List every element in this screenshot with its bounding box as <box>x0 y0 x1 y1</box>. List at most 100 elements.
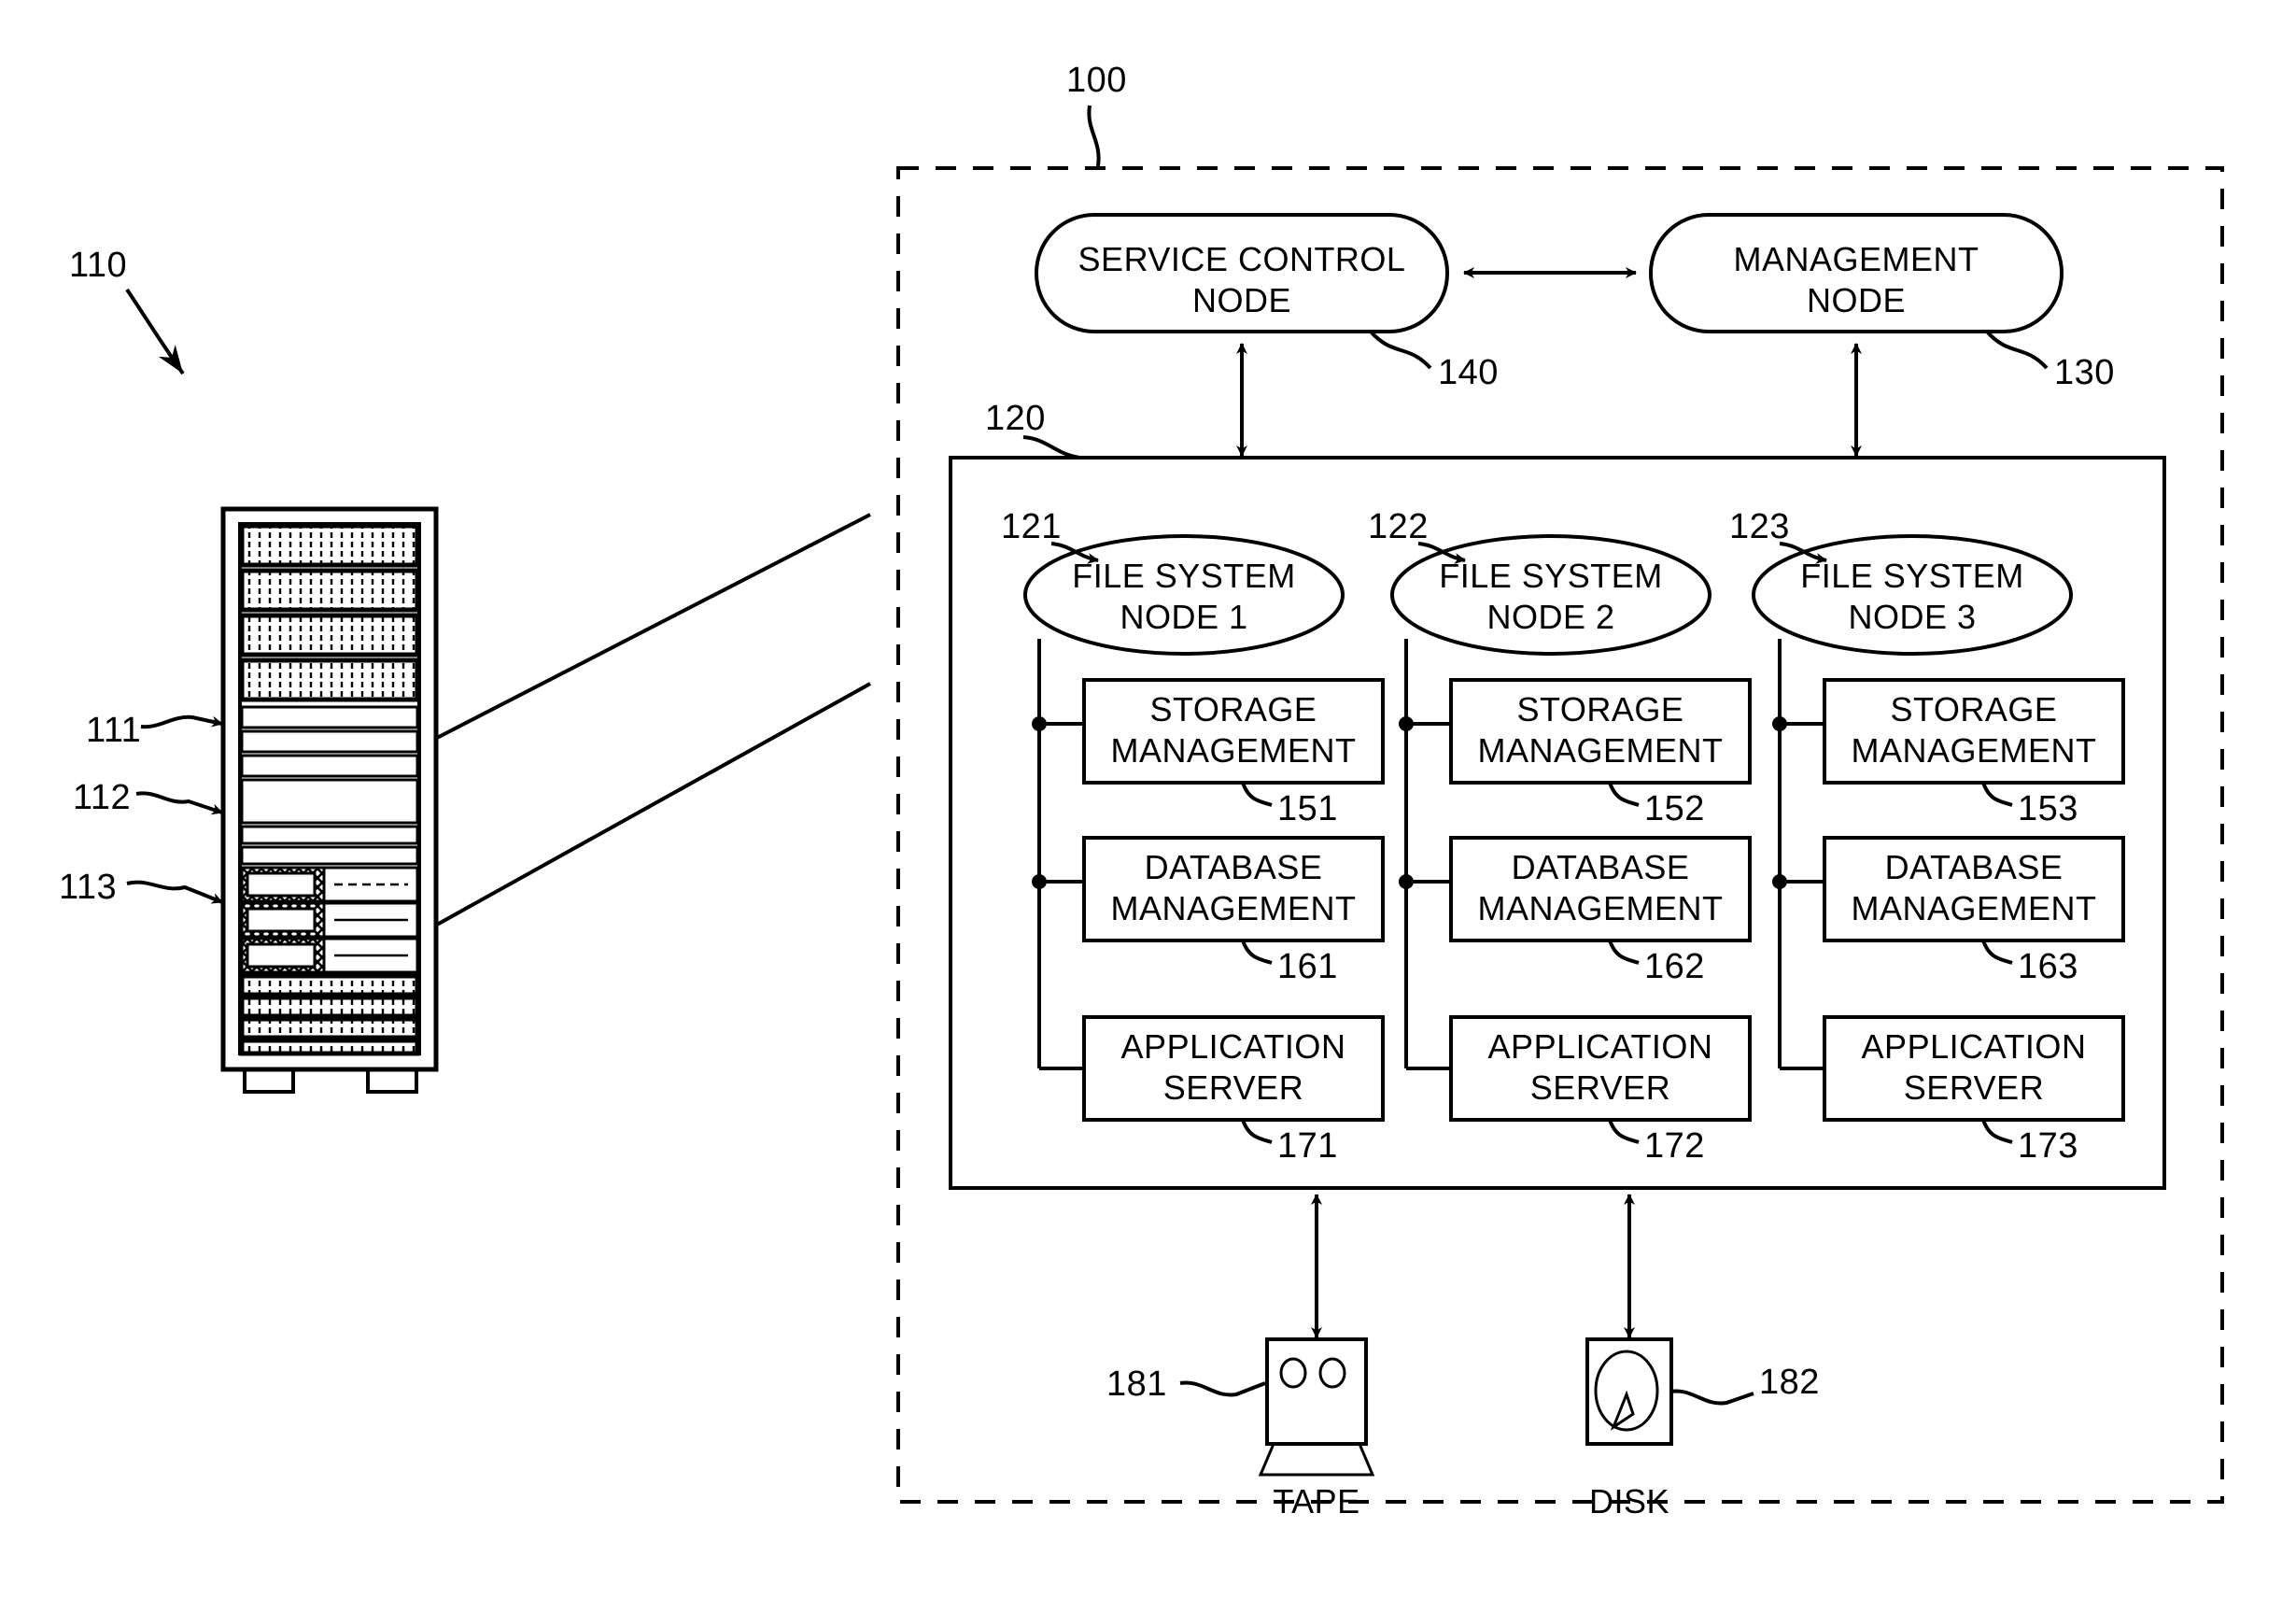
database-management-162-line2: MANAGEMENT <box>1477 889 1723 927</box>
junction-dot <box>1772 716 1787 731</box>
application-server-171[interactable]: APPLICATION SERVER <box>1082 1015 1385 1122</box>
application-server-171-line2: SERVER <box>1163 1068 1303 1107</box>
rack-blade <box>239 1038 420 1056</box>
database-management-163-line1: DATABASE <box>1885 848 2064 886</box>
leader-120 <box>1022 435 1080 460</box>
management-node-label-line2: NODE <box>1807 281 1906 319</box>
leader-113 <box>126 880 223 904</box>
database-management-162[interactable]: DATABASE MANAGEMENT <box>1449 836 1752 942</box>
management-node-label-line1: MANAGEMENT <box>1733 240 1979 278</box>
application-server-172-line1: APPLICATION <box>1488 1027 1713 1066</box>
storage-management-151[interactable]: STORAGE MANAGEMENT <box>1082 678 1385 785</box>
file-system-node-2-label-line1: FILE SYSTEM <box>1439 557 1663 595</box>
storage-management-152[interactable]: STORAGE MANAGEMENT <box>1449 678 1752 785</box>
ref-110: 110 <box>69 246 127 285</box>
database-management-162-line1: DATABASE <box>1512 848 1690 886</box>
storage-management-153-line1: STORAGE <box>1891 690 2058 728</box>
ref-182: 182 <box>1759 1363 1820 1402</box>
ref-123: 123 <box>1729 507 1790 546</box>
junction-dot <box>1032 874 1047 889</box>
junction-dot <box>1399 716 1414 731</box>
junction-dot <box>1032 716 1047 731</box>
server-rack-110 <box>220 506 439 1094</box>
diagram-canvas: 110 111 112 113 SERVICE CONTROL NODE 140… <box>59 61 2224 1520</box>
rack-blade <box>239 973 420 997</box>
leader-182 <box>1669 1389 1754 1406</box>
ref-173: 173 <box>2018 1126 2078 1166</box>
rack-blade <box>239 568 420 613</box>
tape-device[interactable] <box>1258 1337 1375 1477</box>
disk-device[interactable] <box>1585 1337 1673 1446</box>
ref-161: 161 <box>1277 947 1338 986</box>
storage-management-153[interactable]: STORAGE MANAGEMENT <box>1823 678 2125 785</box>
database-management-163[interactable]: DATABASE MANAGEMENT <box>1823 836 2125 942</box>
projection-line-lower <box>436 682 871 926</box>
application-server-172[interactable]: APPLICATION SERVER <box>1449 1015 1752 1122</box>
leader-112 <box>135 791 223 815</box>
database-management-161-line1: DATABASE <box>1145 848 1323 886</box>
file-system-node-2[interactable]: FILE SYSTEM NODE 2 <box>1390 534 1711 656</box>
service-control-node-label-line2: NODE <box>1192 281 1291 319</box>
storage-management-151-line1: STORAGE <box>1150 690 1317 728</box>
ref-122: 122 <box>1368 507 1429 546</box>
service-control-node[interactable]: SERVICE CONTROL NODE <box>1035 213 1449 333</box>
application-server-171-line1: APPLICATION <box>1121 1027 1346 1066</box>
rack-blade <box>239 1016 420 1040</box>
file-system-node-2-label-line2: NODE 2 <box>1486 598 1614 636</box>
ref-171: 171 <box>1277 1126 1338 1166</box>
service-control-node-label-line1: SERVICE CONTROL <box>1078 240 1406 278</box>
storage-management-151-line2: MANAGEMENT <box>1110 731 1356 770</box>
database-management-161[interactable]: DATABASE MANAGEMENT <box>1082 836 1385 942</box>
leader-110 <box>125 288 185 375</box>
file-system-node-3[interactable]: FILE SYSTEM NODE 3 <box>1752 534 2073 656</box>
storage-management-153-line2: MANAGEMENT <box>1851 731 2096 770</box>
rack-blade <box>239 523 420 568</box>
leader-111 <box>140 714 223 729</box>
ref-111: 111 <box>86 711 141 750</box>
ref-120: 120 <box>985 399 1046 438</box>
ref-151: 151 <box>1277 789 1338 828</box>
rack-foot <box>243 1068 295 1094</box>
file-system-node-1-label-line1: FILE SYSTEM <box>1072 557 1296 595</box>
management-node[interactable]: MANAGEMENT NODE <box>1649 213 2064 333</box>
rack-blade <box>239 658 420 702</box>
patent-figure: 110 111 112 113 SERVICE CONTROL NODE 140… <box>0 0 2296 1598</box>
junction-dot <box>1399 874 1414 889</box>
ref-153: 153 <box>2018 789 2078 828</box>
database-management-163-line2: MANAGEMENT <box>1851 889 2096 927</box>
ref-140: 140 <box>1438 353 1499 392</box>
ref-121: 121 <box>1001 507 1062 546</box>
disk-device-label: DISK <box>1589 1482 1669 1520</box>
file-system-node-3-label-line2: NODE 3 <box>1848 598 1976 636</box>
projection-line-upper <box>436 513 871 740</box>
rack-foot <box>366 1068 418 1094</box>
leader-100 <box>1087 105 1101 167</box>
ref-172: 172 <box>1644 1126 1705 1166</box>
application-server-173-line2: SERVER <box>1904 1068 2044 1107</box>
storage-management-152-line2: MANAGEMENT <box>1477 731 1723 770</box>
application-server-173[interactable]: APPLICATION SERVER <box>1823 1015 2125 1122</box>
ref-130: 130 <box>2054 353 2115 392</box>
application-server-173-line1: APPLICATION <box>1862 1027 2087 1066</box>
ref-152: 152 <box>1644 789 1705 828</box>
database-management-161-line2: MANAGEMENT <box>1110 889 1356 927</box>
ref-100: 100 <box>1066 61 1127 100</box>
junction-dot <box>1772 874 1787 889</box>
leader-181 <box>1179 1380 1266 1397</box>
application-server-172-line2: SERVER <box>1530 1068 1670 1107</box>
ref-162: 162 <box>1644 947 1705 986</box>
file-system-node-3-label-line1: FILE SYSTEM <box>1800 557 2024 595</box>
ref-163: 163 <box>2018 947 2078 986</box>
file-system-node-1[interactable]: FILE SYSTEM NODE 1 <box>1023 534 1345 656</box>
tape-device-label: TAPE <box>1273 1482 1359 1520</box>
leader-130 <box>1985 330 2049 370</box>
leader-140 <box>1369 330 1432 370</box>
ref-112: 112 <box>73 778 131 817</box>
ref-181: 181 <box>1106 1365 1167 1404</box>
ref-113: 113 <box>59 868 117 907</box>
rack-blade <box>239 613 420 658</box>
rack-blade <box>239 995 420 1019</box>
storage-management-152-line1: STORAGE <box>1517 690 1684 728</box>
file-system-node-1-label-line2: NODE 1 <box>1120 598 1247 636</box>
rack-drive-bays-113 <box>240 866 419 974</box>
